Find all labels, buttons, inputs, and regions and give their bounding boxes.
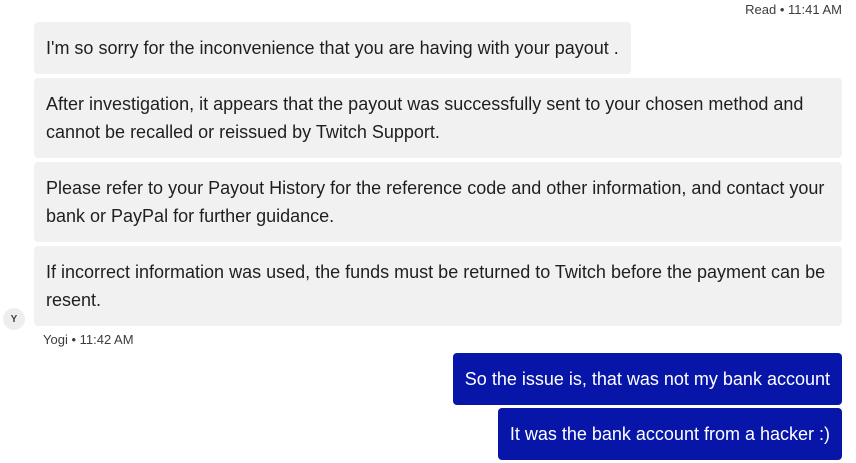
outgoing-message: So the issue is, that was not my bank ac… [452,353,842,405]
incoming-message: Please refer to your Payout History for … [34,162,842,242]
incoming-message: I'm so sorry for the inconvenience that … [34,22,631,74]
outgoing-message: It was the bank account from a hacker :) [497,408,842,460]
sender-meta: Yogi • 11:42 AM [43,332,134,347]
avatar[interactable]: Y [3,308,25,330]
read-receipt: Read • 11:41 AM [745,2,842,17]
incoming-message: If incorrect information was used, the f… [34,246,842,326]
incoming-message-group: I'm so sorry for the inconvenience that … [34,22,842,330]
incoming-message: After investigation, it appears that the… [34,78,842,158]
outgoing-message-group: So the issue is, that was not my bank ac… [452,353,842,463]
